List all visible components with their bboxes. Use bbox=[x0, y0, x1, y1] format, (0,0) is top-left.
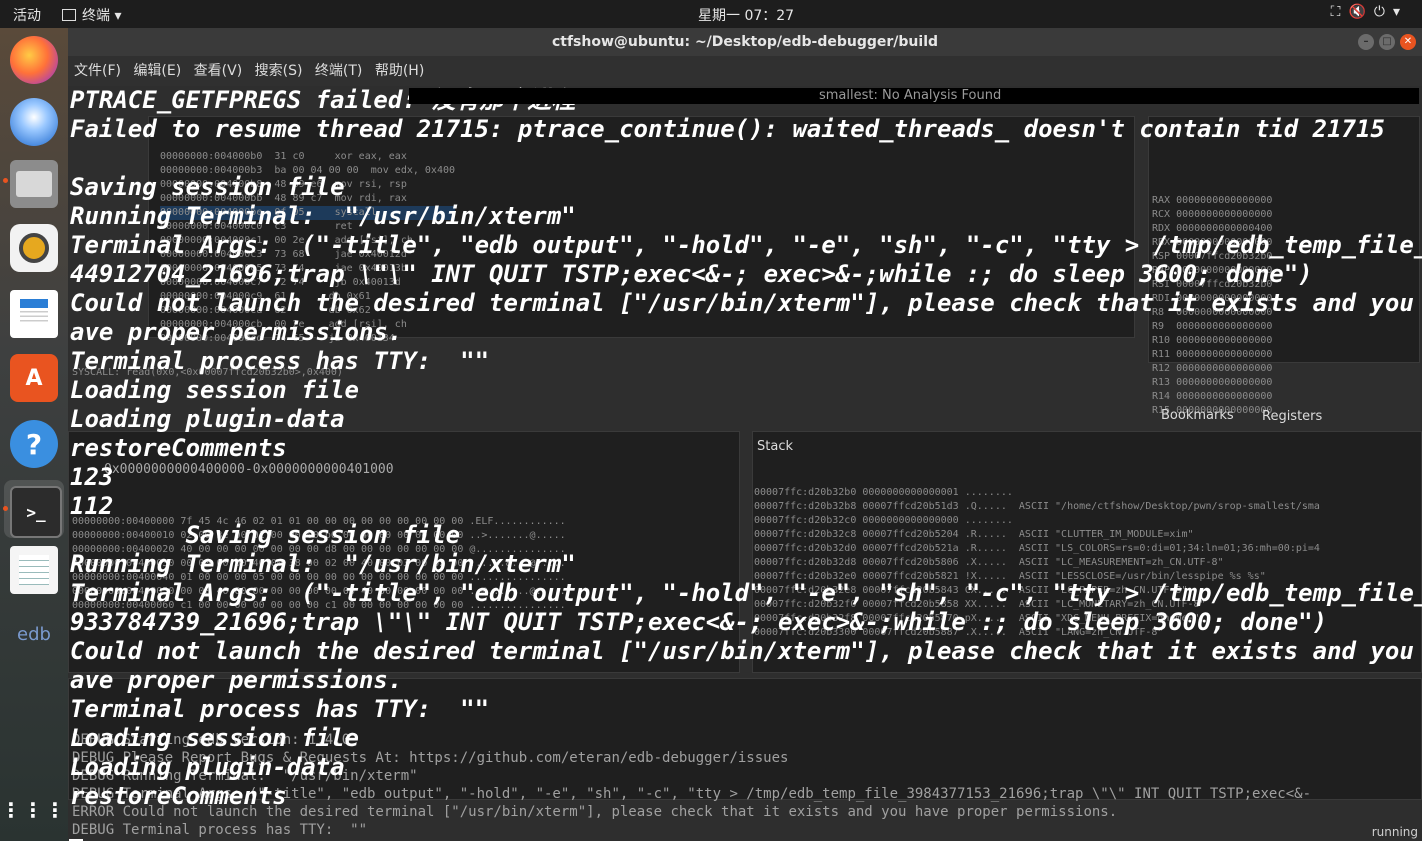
menu-help[interactable]: 帮助(H) bbox=[375, 56, 424, 86]
running-indicator bbox=[3, 178, 8, 183]
terminal-line: Running Terminal: "/usr/bin/xterm" bbox=[70, 550, 576, 578]
terminal-app-icon bbox=[62, 9, 76, 21]
terminal-line: 44912704_21696;trap \"\" INT QUIT TSTP;e… bbox=[70, 260, 1313, 288]
edb-icon[interactable]: edb bbox=[10, 610, 58, 658]
menu-file[interactable]: 文件(F) bbox=[74, 56, 121, 86]
edb-label: edb bbox=[17, 623, 51, 645]
volume-muted-icon[interactable]: 🔇 bbox=[1348, 4, 1373, 20]
terminal-icon[interactable]: >_ bbox=[10, 486, 62, 538]
menu-edit[interactable]: 编辑(E) bbox=[133, 56, 181, 86]
terminal-output: PTRACE_GETFPREGS failed: 没有那个进程 Failed t… bbox=[70, 86, 1422, 811]
activities-button[interactable]: 活动 bbox=[13, 5, 41, 25]
rhythmbox-icon[interactable] bbox=[10, 224, 58, 272]
terminal-line: Could not launch the desired terminal ["… bbox=[70, 289, 1422, 317]
terminal-line: restoreComments bbox=[70, 782, 287, 810]
terminal-line: 112 bbox=[70, 492, 114, 520]
terminal-line: Loading plugin-data bbox=[70, 405, 345, 433]
terminal-line: Loading plugin-data bbox=[70, 753, 345, 781]
thunderbird-icon[interactable] bbox=[10, 98, 58, 146]
chevron-down-icon: ▾ bbox=[114, 8, 122, 24]
terminal-line: Saving session file bbox=[70, 521, 461, 549]
menu-terminal[interactable]: 终端(T) bbox=[315, 56, 362, 86]
files-icon[interactable] bbox=[10, 160, 58, 208]
network-icon[interactable]: ⛶ bbox=[1331, 4, 1349, 20]
top-bar: 活动 终端 ▾ 星期一 07：27 ⛶🔇⏻▾ bbox=[0, 0, 1422, 28]
libreoffice-writer-icon[interactable] bbox=[10, 290, 58, 338]
system-tray[interactable]: ⛶🔇⏻▾ bbox=[1331, 4, 1408, 20]
terminal-line: 123 bbox=[70, 463, 114, 491]
terminal-line: ave proper permissions. bbox=[70, 318, 403, 346]
terminal-line: Saving session file bbox=[70, 173, 345, 201]
running-indicator bbox=[3, 506, 8, 511]
software-icon[interactable]: A bbox=[10, 354, 58, 402]
power-icon[interactable]: ⏻ bbox=[1374, 4, 1393, 20]
terminal-line: Running Terminal: "/usr/bin/xterm" bbox=[70, 202, 576, 230]
terminal-window: ctfshow@ubuntu: ~/Desktop/edb-debugger/b… bbox=[68, 28, 1422, 841]
analysis-banner-text: smallest: No Analysis Found bbox=[819, 88, 1002, 103]
app-menu[interactable]: 终端 ▾ bbox=[62, 5, 121, 25]
analysis-banner: smallest: No Analysis Found bbox=[409, 88, 1419, 104]
clock[interactable]: 星期一 07：27 bbox=[698, 5, 794, 25]
tray-chevron-down-icon[interactable]: ▾ bbox=[1393, 4, 1408, 20]
show-applications-icon[interactable]: ⋮⋮⋮ bbox=[1, 786, 65, 834]
terminal-line: Loading session file bbox=[70, 724, 359, 752]
terminal-line: 933784739_21696;trap \"\" INT QUIT TSTP;… bbox=[70, 608, 1328, 636]
window-titlebar[interactable]: ctfshow@ubuntu: ~/Desktop/edb-debugger/b… bbox=[68, 28, 1422, 56]
software-glyph: A bbox=[25, 365, 43, 391]
terminal-line: Terminal process has TTY: "" bbox=[70, 347, 490, 375]
help-glyph: ? bbox=[25, 427, 43, 461]
window-title: ctfshow@ubuntu: ~/Desktop/edb-debugger/b… bbox=[551, 34, 939, 50]
terminal-area[interactable]: 00000000:004000b0 31 c0 xor eax, eax 0000… bbox=[68, 86, 1422, 841]
menu-view[interactable]: 查看(V) bbox=[194, 56, 243, 86]
terminal-line: Failed to resume thread 21715: ptrace_co… bbox=[70, 115, 1385, 143]
terminal-glyph: >_ bbox=[26, 502, 46, 522]
app-menu-label: 终端 bbox=[82, 8, 110, 24]
menu-bar: 文件(F) 编辑(E) 查看(V) 搜索(S) 终端(T) 帮助(H) bbox=[68, 56, 1422, 86]
close-icon[interactable]: ✕ bbox=[1400, 34, 1416, 50]
firefox-icon[interactable] bbox=[10, 36, 58, 84]
help-icon[interactable]: ? bbox=[10, 420, 58, 468]
minimize-icon[interactable]: – bbox=[1358, 34, 1374, 50]
terminal-line: restoreComments bbox=[70, 434, 287, 462]
terminal-line: Terminal Args: ("-title", "edb output", … bbox=[70, 231, 1422, 259]
dock: A ? >_ edb ⋮⋮⋮ bbox=[0, 28, 68, 841]
text-editor-icon[interactable] bbox=[10, 546, 58, 594]
terminal-line: ave proper permissions. bbox=[70, 666, 403, 694]
terminal-line: Loading session file bbox=[70, 376, 359, 404]
terminal-line: Terminal process has TTY: "" bbox=[70, 695, 490, 723]
status-running: running bbox=[1371, 825, 1418, 839]
menu-search[interactable]: 搜索(S) bbox=[255, 56, 303, 86]
maximize-icon[interactable]: □ bbox=[1379, 34, 1395, 50]
terminal-line: Could not launch the desired terminal ["… bbox=[70, 637, 1422, 665]
terminal-line: Terminal Args: ("-title", "edb output", … bbox=[70, 579, 1422, 607]
